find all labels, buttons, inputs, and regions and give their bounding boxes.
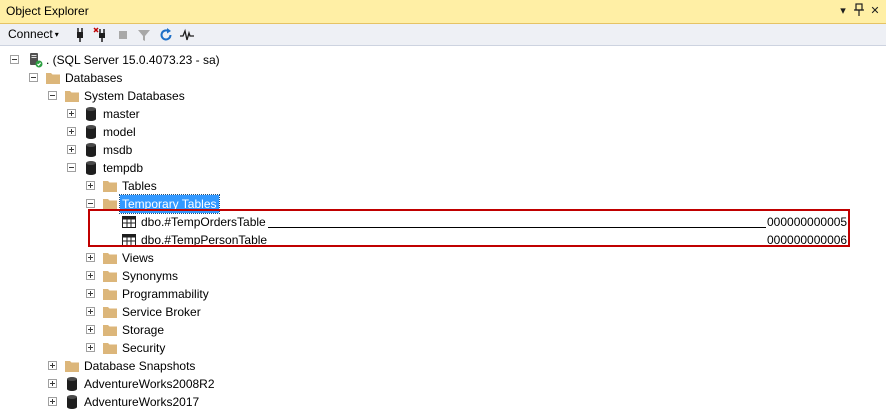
tree-node-label: Programmability (122, 287, 209, 301)
tree-node-server[interactable]: . (SQL Server 15.0.4073.23 - sa) (0, 51, 886, 69)
folder-icon (45, 70, 61, 86)
tree-node-label: . (SQL Server 15.0.4073.23 - sa) (46, 53, 220, 67)
folder-icon (102, 322, 118, 338)
expand-icon[interactable] (86, 343, 95, 352)
tree-node-views[interactable]: Views (0, 249, 886, 267)
tree-node-msdb[interactable]: msdb (0, 141, 886, 159)
filter-icon[interactable] (136, 27, 152, 43)
server-icon (27, 52, 43, 68)
collapse-icon[interactable] (10, 55, 19, 64)
close-icon[interactable]: ✕ (868, 3, 882, 19)
object-explorer-toolbar: Connect ▾ (0, 24, 886, 46)
expand-icon[interactable] (48, 397, 57, 406)
object-explorer-title-bar: Object Explorer ▾ ✕ (0, 0, 886, 24)
database-icon (83, 106, 99, 122)
chevron-down-icon: ▾ (54, 30, 59, 39)
database-icon (83, 142, 99, 158)
folder-icon (102, 304, 118, 320)
tree-node-model[interactable]: model (0, 123, 886, 141)
expand-icon[interactable] (86, 307, 95, 316)
database-icon (64, 376, 80, 392)
expand-icon[interactable] (86, 325, 95, 334)
folder-icon (102, 340, 118, 356)
expand-icon[interactable] (86, 271, 95, 280)
folder-icon (102, 250, 118, 266)
expand-icon[interactable] (67, 127, 76, 136)
tree-node-label: tempdb (103, 161, 144, 175)
expand-icon[interactable] (48, 361, 57, 370)
tree-node-service-broker[interactable]: Service Broker (0, 303, 886, 321)
tree-node-system-databases[interactable]: System Databases (0, 87, 886, 105)
folder-icon (102, 178, 118, 194)
tree-node-label: Tables (122, 179, 157, 193)
tree-node-label: msdb (103, 143, 133, 157)
tree-node-adventureworks2008r2[interactable]: AdventureWorks2008R2 (0, 375, 886, 393)
expand-icon[interactable] (86, 289, 95, 298)
tree-node-label: Views (122, 251, 154, 265)
tree-node-label: AdventureWorks2017 (84, 395, 200, 409)
expand-icon[interactable] (86, 253, 95, 262)
database-icon (83, 124, 99, 140)
tree-node-label: Service Broker (122, 305, 201, 319)
collapse-icon[interactable] (67, 163, 76, 172)
collapse-icon[interactable] (48, 91, 57, 100)
tree-node-synonyms[interactable]: Synonyms (0, 267, 886, 285)
connect-icon[interactable] (72, 27, 88, 43)
stop-icon[interactable] (115, 27, 131, 43)
tree-node-label: Databases (65, 71, 123, 85)
tree-node-adventureworks2017[interactable]: AdventureWorks2017 (0, 393, 886, 411)
expand-icon[interactable] (48, 379, 57, 388)
tree-node-databases[interactable]: Databases (0, 69, 886, 87)
expand-icon[interactable] (67, 145, 76, 154)
disconnect-icon[interactable] (93, 27, 109, 43)
tree-node-label: AdventureWorks2008R2 (84, 377, 215, 391)
window-position-icon[interactable]: ▾ (836, 3, 850, 19)
tree-node-master[interactable]: master (0, 105, 886, 123)
tree-node-storage[interactable]: Storage (0, 321, 886, 339)
expand-icon[interactable] (67, 109, 76, 118)
collapse-icon[interactable] (86, 199, 95, 208)
tree-node-database-snapshots[interactable]: Database Snapshots (0, 357, 886, 375)
tree-node-tables[interactable]: Tables (0, 177, 886, 195)
tree-node-tempdb[interactable]: tempdb (0, 159, 886, 177)
database-icon (83, 160, 99, 176)
tree-node-label: System Databases (84, 89, 185, 103)
connect-label: Connect (8, 27, 53, 41)
tree-node-programmability[interactable]: Programmability (0, 285, 886, 303)
connect-button[interactable]: Connect ▾ (8, 27, 59, 41)
tree-node-label: Storage (122, 323, 165, 337)
panel-title: Object Explorer (6, 4, 89, 18)
folder-icon (102, 286, 118, 302)
folder-icon (64, 88, 80, 104)
tree-node-security[interactable]: Security (0, 339, 886, 357)
auto-hide-pin-icon[interactable] (852, 3, 866, 19)
tree-node-label: model (103, 125, 136, 139)
tree-node-label: master (103, 107, 140, 121)
activity-monitor-icon[interactable] (179, 27, 195, 43)
collapse-icon[interactable] (29, 73, 38, 82)
folder-icon (64, 358, 80, 374)
folder-icon (102, 268, 118, 284)
refresh-icon[interactable] (158, 27, 174, 43)
tree-node-label: Database Snapshots (84, 359, 196, 373)
expand-icon[interactable] (86, 181, 95, 190)
highlight-box (88, 209, 850, 247)
tree-node-label: Synonyms (122, 269, 179, 283)
database-icon (64, 394, 80, 410)
tree-node-label: Security (122, 341, 166, 355)
